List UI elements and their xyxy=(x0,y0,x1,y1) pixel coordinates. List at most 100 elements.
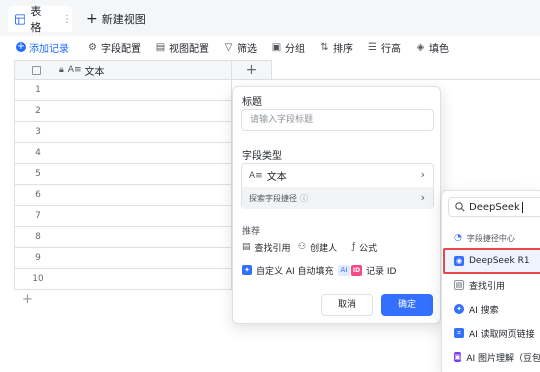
item-label: DeepSeek R1 xyxy=(469,256,530,266)
view-config-button[interactable]: ▤ 视图配置 xyxy=(155,40,209,55)
text-caret xyxy=(521,201,523,213)
table-row[interactable]: 1 xyxy=(14,80,232,101)
title-section-label: 标题 xyxy=(242,97,262,108)
dropdown-item-ai-read-link[interactable]: ⌗ AI 读取网页链接 xyxy=(442,322,540,344)
row-height-icon: ☰ xyxy=(368,41,377,53)
add-icon: + xyxy=(16,41,26,52)
group-button[interactable]: ▣ 分组 xyxy=(271,40,305,55)
view-tab-grid[interactable]: 表格 ⋮ xyxy=(8,5,72,34)
grid-header: 🔒︎ A≡ 文本 xyxy=(14,60,232,80)
view-tab-more-icon[interactable]: ⋮ xyxy=(62,14,72,25)
table-row[interactable]: 5 xyxy=(14,164,232,185)
ai-tag: AI xyxy=(337,264,351,276)
rec-ai-autofill-label: 自定义 AI 自动填充 xyxy=(256,266,334,277)
lookup-icon: ▤ xyxy=(242,242,251,252)
dropdown-item-deepseek-r1[interactable]: ◉ DeepSeek R1 xyxy=(442,250,540,272)
rec-formula[interactable]: ƒ 公式 xyxy=(352,238,377,256)
sort-button[interactable]: ⇅ 排序 xyxy=(319,40,353,55)
text-type-icon: A≡ xyxy=(67,65,82,75)
shortcut-center-icon: ◔ xyxy=(454,233,462,243)
ai-link-icon: ⌗ xyxy=(454,328,464,338)
lock-icon: 🔒︎ xyxy=(59,65,64,75)
recommend-section-label: 推荐 xyxy=(242,227,261,237)
gear-icon: ⚙ xyxy=(88,41,97,53)
field-type-value: 文本 xyxy=(266,172,287,183)
add-record-label: 添加记录 xyxy=(29,43,69,55)
group-label: 分组 xyxy=(285,43,305,55)
toolbar: + 添加记录 ⚙ 字段配置 ▤ 视图配置 ▽ 筛选 ▣ 分组 ⇅ 排序 ☰ 行高… xyxy=(0,36,540,58)
table-row[interactable]: 6 xyxy=(14,185,232,206)
table-row[interactable]: 2 xyxy=(14,101,232,122)
new-view-label: 新建视图 xyxy=(101,13,146,26)
table-row[interactable]: 3 xyxy=(14,122,232,143)
plus-icon: + xyxy=(86,11,98,27)
explore-field-shortcuts[interactable]: 探索字段捷径 ⓘ › xyxy=(242,187,433,209)
dropdown-item-lookup[interactable]: ▤ 查找引用 xyxy=(442,274,540,296)
table-row[interactable]: 4 xyxy=(14,143,232,164)
search-icon xyxy=(455,202,465,212)
search-value: DeepSeek xyxy=(469,201,520,213)
fill-color-button[interactable]: ◈ 填色 xyxy=(415,40,449,55)
lookup-icon: ▤ xyxy=(454,280,464,290)
table-row[interactable]: 8 xyxy=(14,227,232,248)
filter-button[interactable]: ▽ 筛选 xyxy=(223,40,257,55)
row-number: 3 xyxy=(35,127,41,137)
view-config-label: 视图配置 xyxy=(169,43,209,55)
sort-icon: ⇅ xyxy=(320,41,329,53)
dropdown-group-shortcut-center: ◔ 字段捷径中心 xyxy=(442,227,540,249)
item-label: 查找引用 xyxy=(469,281,506,292)
row-number: 7 xyxy=(35,211,41,221)
grid-header-fill xyxy=(272,60,540,80)
group-label: 字段捷径中心 xyxy=(466,233,515,243)
row-height-label: 行高 xyxy=(381,43,401,55)
ai-sparkle-icon: ✦ xyxy=(242,265,252,275)
text-type-icon: A≡ xyxy=(249,170,263,181)
filter-icon: ▽ xyxy=(224,41,233,53)
field-type-current[interactable]: A≡ 文本 › xyxy=(242,164,433,187)
table-row[interactable]: 10 xyxy=(14,269,232,290)
rec-record-id[interactable]: ID 记录 ID xyxy=(351,261,396,279)
field-title-input[interactable]: 请输入字段标题 xyxy=(241,109,434,131)
rec-ai-autofill[interactable]: ✦ 自定义 AI 自动填充 AI xyxy=(242,261,351,279)
rec-lookup[interactable]: ▤ 查找引用 xyxy=(242,238,291,256)
row-height-button[interactable]: ☰ 行高 xyxy=(367,40,401,55)
row-number: 1 xyxy=(35,85,41,95)
cancel-button[interactable]: 取消 xyxy=(321,294,373,316)
table-row[interactable]: 9 xyxy=(14,248,232,269)
id-icon: ID xyxy=(351,264,362,276)
type-section-label: 字段类型 xyxy=(242,151,282,162)
rec-creator-label: 创建人 xyxy=(310,243,338,254)
field-type-search-input[interactable]: DeepSeek xyxy=(448,197,540,217)
item-label: AI 搜索 xyxy=(469,305,499,316)
filter-label: 筛选 xyxy=(237,43,257,55)
field-config-popover: 标题 请输入字段标题 字段类型 A≡ 文本 › 探索字段捷径 ⓘ › 推荐 ▤ … xyxy=(232,86,441,324)
ai-search-icon: ✦ xyxy=(454,304,464,314)
rec-lookup-label: 查找引用 xyxy=(254,243,291,254)
add-record-button[interactable]: + 添加记录 xyxy=(16,40,69,55)
view-tab-label: 表格 xyxy=(30,5,42,34)
view-tab-bar xyxy=(0,0,540,36)
row-number: 4 xyxy=(35,148,41,158)
table-row[interactable]: 7 xyxy=(14,206,232,227)
add-row-button[interactable]: + xyxy=(22,292,33,307)
fill-color-label: 填色 xyxy=(429,43,449,55)
column-header-text[interactable]: 文本 xyxy=(85,63,105,78)
table-icon xyxy=(15,13,26,25)
person-icon: ⚇ xyxy=(298,242,307,252)
item-label: AI 图片理解（豆包 xyxy=(466,353,540,364)
rec-creator[interactable]: ⚇ 创建人 xyxy=(298,238,337,256)
row-number: 8 xyxy=(35,232,41,242)
view-config-icon: ▤ xyxy=(155,41,166,53)
row-number: 6 xyxy=(35,190,41,200)
add-column-button[interactable]: + xyxy=(232,60,272,80)
paint-bucket-icon: ◈ xyxy=(416,41,425,53)
new-view-button[interactable]: + 新建视图 xyxy=(86,6,146,32)
dropdown-item-ai-image[interactable]: ▣ AI 图片理解（豆包 xyxy=(442,346,540,368)
dropdown-item-ai-search[interactable]: ✦ AI 搜索 xyxy=(442,298,540,320)
rec-record-id-label: 记录 ID xyxy=(366,266,397,277)
formula-icon: ƒ xyxy=(352,242,356,252)
confirm-button[interactable]: 确定 xyxy=(381,294,433,316)
select-all-checkbox[interactable] xyxy=(32,65,41,75)
field-config-button[interactable]: ⚙ 字段配置 xyxy=(87,40,141,55)
field-type-select: A≡ 文本 › 探索字段捷径 ⓘ › xyxy=(241,163,434,209)
